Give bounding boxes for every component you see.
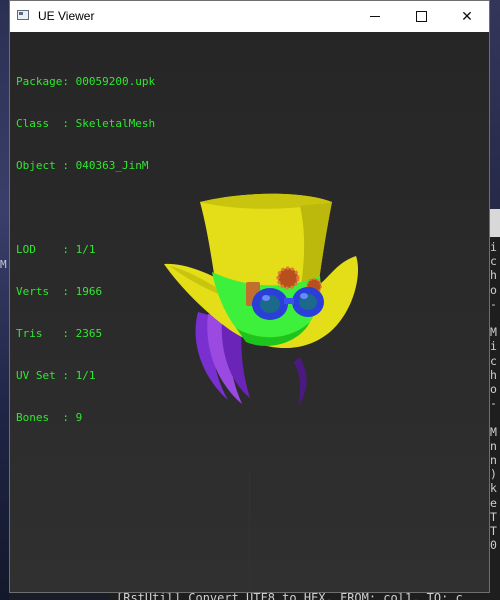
console-right-line: c	[490, 353, 497, 368]
3d-viewport[interactable]: Package: 00059200.upk Class : SkeletalMe…	[10, 32, 489, 592]
mesh-info-overlay: Package: 00059200.upk Class : SkeletalMe…	[16, 47, 155, 453]
lod-label: LOD :	[16, 243, 69, 256]
info-tris: Tris : 2365	[16, 327, 155, 341]
info-bones: Bones : 9	[16, 411, 155, 425]
object-value: 040363_JinM	[75, 159, 149, 172]
console-right-line: e	[490, 495, 497, 510]
desktop-background-right	[490, 0, 500, 210]
close-icon: ✕	[461, 8, 473, 25]
verts-value: 1966	[75, 285, 103, 298]
hat-mesh-model[interactable]	[150, 192, 360, 432]
class-label: Class :	[16, 117, 69, 130]
tris-label: Tris :	[16, 327, 69, 340]
package-label: Package:	[16, 75, 69, 88]
console-right-line: )	[490, 467, 497, 482]
console-right-line: T	[490, 509, 497, 524]
object-label: Object :	[16, 159, 69, 172]
console-right-line: i	[490, 240, 497, 254]
viewport-axis-line	[249, 472, 250, 592]
close-button[interactable]: ✕	[444, 1, 490, 32]
console-right-line: -	[490, 396, 497, 411]
info-class: Class : SkeletalMesh	[16, 117, 155, 131]
console-right-line	[490, 311, 500, 325]
verts-label: Verts :	[16, 285, 69, 298]
console-right-line: k	[490, 481, 497, 496]
console-scroll-tab[interactable]	[490, 209, 500, 237]
minimize-button[interactable]	[352, 1, 398, 32]
maximize-button[interactable]	[398, 1, 444, 32]
bones-value: 9	[75, 411, 83, 424]
uvset-label: UV Set :	[16, 369, 69, 382]
console-right-line: -	[490, 296, 497, 311]
console-right-line: n	[490, 438, 497, 453]
info-object: Object : 040363_JinM	[16, 159, 155, 173]
app-icon	[17, 10, 29, 20]
minimize-icon	[370, 16, 380, 17]
console-right-line: o	[490, 282, 497, 297]
console-right-line: 0	[490, 538, 497, 553]
tris-value: 2365	[75, 327, 103, 340]
class-value: SkeletalMesh	[75, 117, 156, 130]
ue-viewer-window: UE Viewer ✕ Package: 00059200.upk Class …	[9, 0, 490, 593]
gear-icon	[276, 266, 300, 290]
window-title: UE Viewer	[38, 9, 95, 23]
bones-label: Bones :	[16, 411, 69, 424]
console-right-line: o	[490, 382, 497, 397]
info-verts: Verts : 1966	[16, 285, 155, 299]
info-lod: LOD : 1/1	[16, 243, 155, 257]
title-bar[interactable]: UE Viewer ✕	[10, 1, 489, 32]
info-package: Package: 00059200.upk	[16, 75, 155, 89]
desktop-left-text: M	[0, 258, 7, 271]
console-right-line	[490, 410, 500, 424]
console-right-line: h	[490, 268, 497, 283]
info-uvset: UV Set : 1/1	[16, 369, 155, 383]
console-right-line: M	[490, 325, 497, 340]
desktop-background-left	[0, 0, 9, 600]
lod-value: 1/1	[75, 243, 96, 256]
console-right-line: i	[490, 339, 497, 354]
console-right-line: h	[490, 367, 497, 382]
package-value: 00059200.upk	[75, 75, 156, 88]
console-right-line: c	[490, 254, 497, 269]
console-right-line: M	[490, 424, 497, 439]
maximize-icon	[415, 11, 427, 22]
console-right-text: icho- Micho- Mn n) k e T T 0	[490, 240, 500, 552]
console-right-line: n	[490, 453, 497, 468]
console-right-line: T	[490, 524, 497, 539]
uvset-value: 1/1	[75, 369, 96, 382]
